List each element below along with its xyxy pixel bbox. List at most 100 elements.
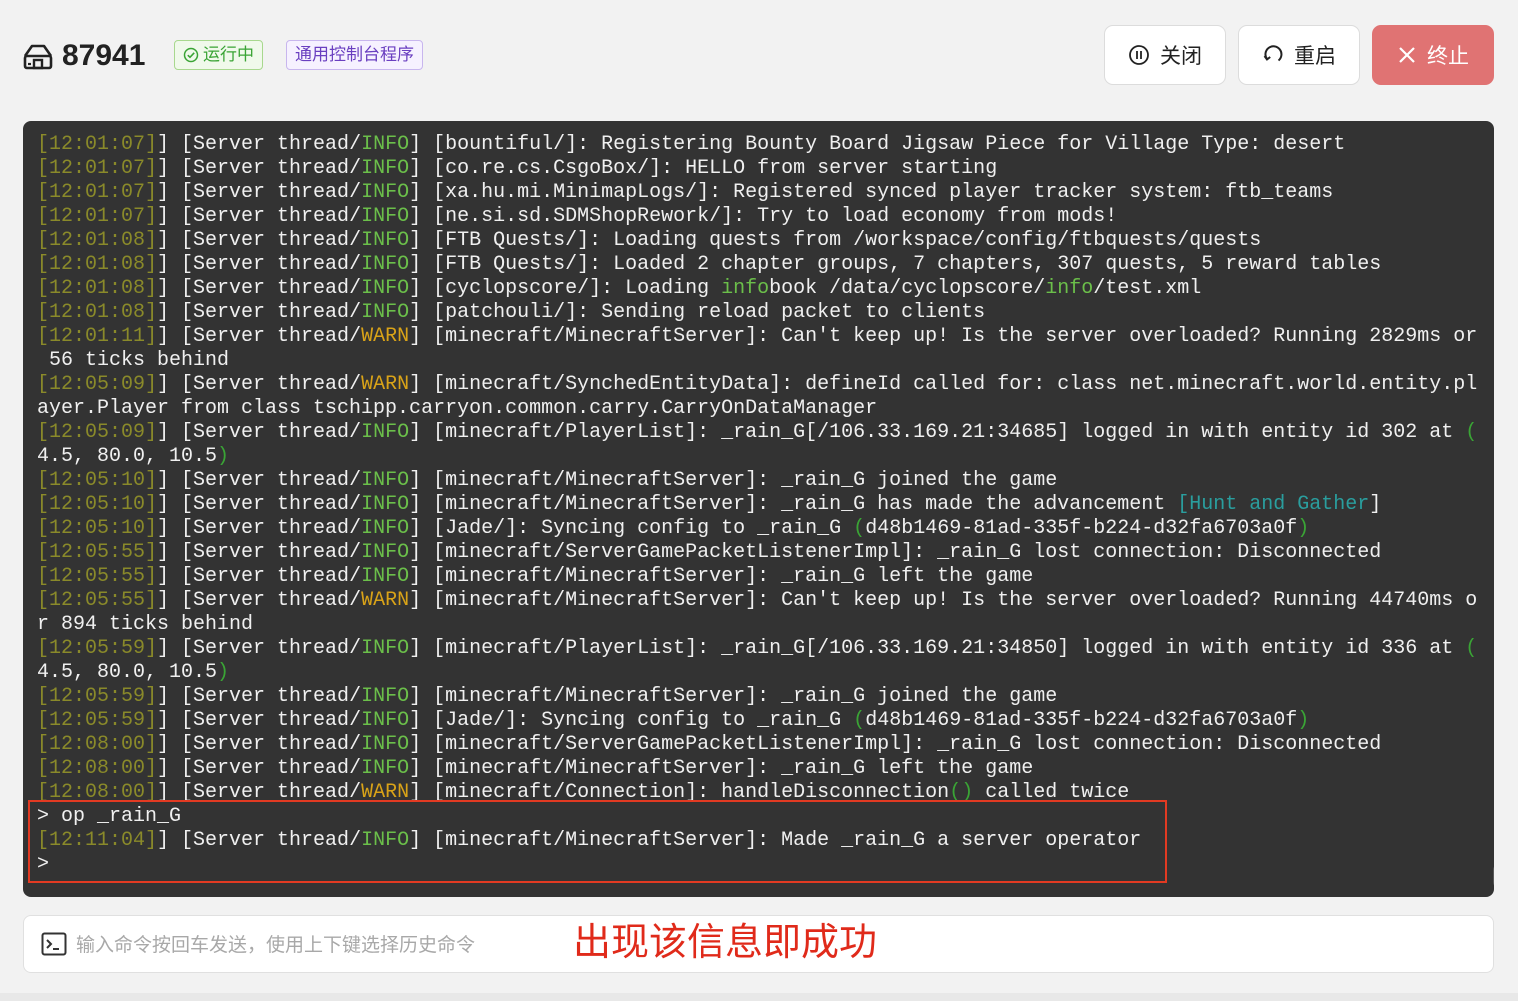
console-line: [12:05:09]] [Server thread/INFO] [minecr… [37, 421, 1477, 445]
console-text-segment: ] [Server thread/ [157, 565, 362, 588]
console-line: [12:08:00]] [Server thread/INFO] [minecr… [37, 757, 1473, 781]
server-icon [23, 44, 53, 70]
console-text-segment: ] [Server thread/ [157, 589, 362, 612]
console-ts-segment: [12:05:59] [37, 685, 158, 708]
console-ts-segment: [12:08:00] [37, 733, 158, 756]
console-output[interactable]: [12:01:07]] [Server thread/INFO] [bounti… [23, 121, 1494, 897]
console-text-segment: ] [Jade/]: Syncing config to _rain_G [409, 709, 854, 732]
console-info-segment: INFO [361, 757, 410, 780]
console-ts-segment: [12:05:10] [37, 517, 158, 540]
console-text-segment: ] [Server thread/ [157, 781, 362, 804]
console-info-segment: INFO [361, 157, 410, 180]
console-text-segment: d48b1469-81ad-335f-b224-d32fa6703a0f [865, 709, 1298, 732]
console-text-segment: ] [patchouli/]: Sending reload packet to… [409, 301, 986, 324]
console-line: [12:05:59]] [Server thread/INFO] [minecr… [37, 637, 1477, 661]
console-text-segment: ] [Server thread/ [157, 133, 362, 156]
console-text-segment: ] [Server thread/ [157, 205, 362, 228]
close-button[interactable]: 关闭 [1104, 25, 1226, 85]
console-line: [12:05:55]] [Server thread/INFO] [minecr… [37, 541, 1473, 565]
console-text-segment: ] [Server thread/ [157, 229, 362, 252]
console-scrollbar[interactable] [1493, 133, 1494, 888]
check-circle-icon [183, 47, 199, 63]
console-text-segment: ] [minecraft/MinecraftServer]: Can't kee… [409, 325, 1478, 348]
console-text-segment: ayer.Player from class tschipp.carryon.c… [37, 397, 878, 420]
console-line: [12:05:10]] [Server thread/INFO] [Jade/]… [37, 517, 1473, 541]
console-line: [12:01:07]] [Server thread/INFO] [bounti… [37, 133, 1473, 157]
console-text-segment: ] [Server thread/ [157, 277, 362, 300]
console-warn-segment: WARN [361, 781, 410, 804]
console-info-segment: INFO [361, 517, 410, 540]
console-line: [12:05:55]] [Server thread/WARN] [minecr… [37, 589, 1477, 613]
console-line: 56 ticks behind [37, 349, 1473, 373]
console-text-segment: 4.5, 80.0, 10.5 [37, 445, 218, 468]
restart-button-label: 重启 [1294, 45, 1336, 68]
console-info-segment: INFO [361, 829, 410, 852]
console-text-segment: 4.5, 80.0, 10.5 [37, 661, 218, 684]
console-ts-segment: [12:05:10] [37, 493, 158, 516]
command-input[interactable] [74, 924, 578, 966]
console-text-segment: ] [minecraft/MinecraftServer]: Can't kee… [409, 589, 1478, 612]
stop-button[interactable]: 终止 [1372, 25, 1494, 85]
console-text-segment: ] [cyclopscore/]: Loading [409, 277, 722, 300]
console-ts-segment: [12:05:55] [37, 541, 158, 564]
refresh-icon [1263, 45, 1283, 62]
console-line: [12:11:04]] [Server thread/INFO] [minecr… [37, 829, 1473, 853]
console-text-segment: ] [Server thread/ [157, 253, 362, 276]
console-info-segment: INFO [361, 253, 410, 276]
type-label: 通用控制台程序 [295, 45, 414, 64]
console-text-segment: ] [FTB Quests/]: Loaded 2 chapter groups… [409, 253, 1382, 276]
console-ts-segment: [12:01:07] [37, 157, 158, 180]
console-line: [12:05:59]] [Server thread/INFO] [Jade/]… [37, 709, 1473, 733]
console-text-segment: ] [minecraft/ServerGamePacketListenerImp… [409, 733, 1382, 756]
instance-header: 87941 运行中 通用控制台程序 关闭 重启 终止 [0, 0, 1518, 110]
console-text-segment: 56 ticks behind [37, 349, 230, 372]
console-text-segment: called twice [973, 781, 1130, 804]
console-ts-segment: [12:11:04] [37, 829, 158, 852]
console-ts-segment: [12:05:59] [37, 709, 158, 732]
console-line: ayer.Player from class tschipp.carryon.c… [37, 397, 1473, 421]
console-text-segment: ] [Server thread/ [157, 637, 362, 660]
console-text-segment: ] [co.re.cs.CsgoBox/]: HELLO from server… [409, 157, 998, 180]
console-line: [12:08:00]] [Server thread/INFO] [minecr… [37, 733, 1473, 757]
scrollbar-thumb[interactable] [1493, 864, 1494, 888]
console-ts-segment: [12:01:08] [37, 253, 158, 276]
console-info-segment: INFO [361, 301, 410, 324]
console-paren-segment: ) [1297, 709, 1310, 732]
console-link-segment: Hunt and Gather [1189, 493, 1370, 516]
console-text-segment: ] [Server thread/ [157, 757, 362, 780]
console-text-segment: ] [Server thread/ [157, 829, 362, 852]
console-line: [12:05:10]] [Server thread/INFO] [minecr… [37, 493, 1473, 517]
console-info-segment: INFO [361, 493, 410, 516]
console-text-segment: ] [minecraft/MinecraftServer]: _rain_G l… [409, 757, 1034, 780]
console-line: [12:01:07]] [Server thread/INFO] [co.re.… [37, 157, 1473, 181]
console-info-segment: INFO [361, 421, 410, 444]
console-info-segment: INFO [361, 181, 410, 204]
console-info-segment: INFO [361, 133, 410, 156]
console-text-segment: ] [Server thread/ [157, 685, 362, 708]
console-ts-segment: [12:05:55] [37, 589, 158, 612]
console-paren-segment: ( [1465, 421, 1478, 444]
restart-button[interactable]: 重启 [1238, 25, 1360, 85]
console-text-segment: ] [Server thread/ [157, 469, 362, 492]
server-id: 87941 [62, 39, 146, 72]
console-ts-segment: [12:08:00] [37, 781, 158, 804]
console-line: > op _rain_G [37, 805, 1473, 829]
type-badge: 通用控制台程序 [286, 40, 423, 70]
console-info-segment: INFO [361, 469, 410, 492]
console-text-segment: ] [minecraft/PlayerList]: _rain_G[/106.3… [409, 637, 1466, 660]
status-badge: 运行中 [174, 40, 263, 70]
console-line: [12:01:07]] [Server thread/INFO] [ne.si.… [37, 205, 1473, 229]
console-text-segment: ] [minecraft/ServerGamePacketListenerImp… [409, 541, 1382, 564]
console-text-segment: > [37, 853, 50, 876]
console-text-segment: ] [Server thread/ [157, 181, 362, 204]
console-text-segment: ] [FTB Quests/]: Loading quests from /wo… [409, 229, 1262, 252]
console-text-segment: ] [minecraft/MinecraftServer]: _rain_G j… [409, 469, 1058, 492]
console-ts-segment: [12:01:07] [37, 181, 158, 204]
console-text-segment: ] [xa.hu.mi.MinimapLogs/]: Registered sy… [409, 181, 1334, 204]
console-ts-segment: [12:01:08] [37, 301, 158, 324]
console-info-segment: INFO [361, 229, 410, 252]
console-info-segment: INFO [361, 541, 410, 564]
console-text-segment: ] [Server thread/ [157, 373, 362, 396]
console-line: 4.5, 80.0, 10.5) [37, 445, 1473, 469]
console-text-segment: ] [minecraft/MinecraftServer]: _rain_G h… [409, 493, 1178, 516]
